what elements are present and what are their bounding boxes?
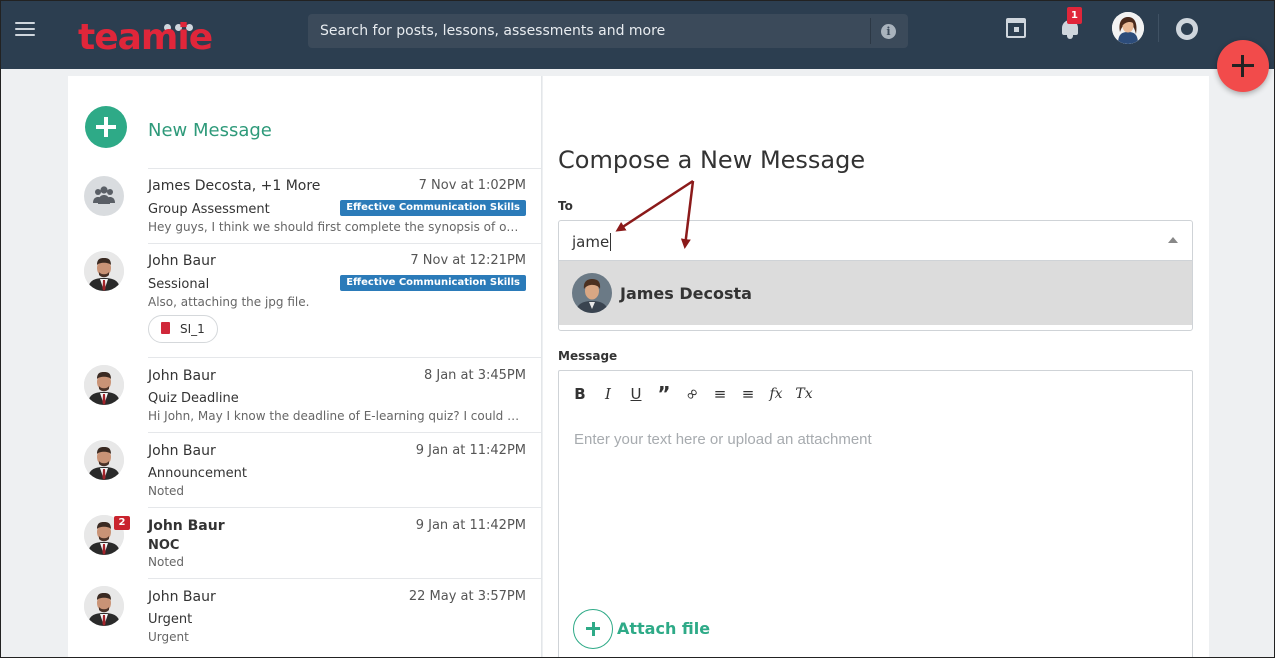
thread-item[interactable]: John Baur 7 Nov at 12:21PM Sessional Eff… xyxy=(68,243,541,357)
formula-icon[interactable]: fx xyxy=(765,383,787,405)
teamie-logo[interactable]: teamie xyxy=(78,13,228,58)
thread-sender: James Decosta, +1 More xyxy=(148,178,321,194)
attachment-name: SI_1 xyxy=(180,322,205,336)
sender-avatar xyxy=(84,440,124,480)
message-list-panel: New Message James Decosta, +1 More 7 Nov… xyxy=(68,76,542,658)
top-nav-bar: teamie Search for posts, lessons, assess… xyxy=(0,0,1275,69)
add-icon[interactable] xyxy=(1217,40,1269,92)
group-icon xyxy=(84,176,124,216)
attach-icon[interactable] xyxy=(573,609,613,649)
notification-badge: 1 xyxy=(1067,7,1082,24)
quote-icon[interactable]: ” xyxy=(653,383,675,405)
thread-item[interactable]: John Baur 22 May at 3:57PM Urgent Urgent xyxy=(68,578,541,658)
thread-preview: Noted xyxy=(148,484,185,498)
new-message-icon[interactable] xyxy=(85,106,127,148)
thread-date: 8 Jan at 3:45PM xyxy=(423,368,526,383)
thread-date: 7 Nov at 12:21PM xyxy=(410,253,526,268)
sender-avatar xyxy=(84,251,124,291)
message-input[interactable]: Enter your text here or upload an attach… xyxy=(574,431,872,448)
thread-preview: Hi John, May I know the deadline of E-le… xyxy=(148,409,524,423)
new-message-button[interactable]: New Message xyxy=(148,120,272,141)
thread-subject: Announcement xyxy=(148,466,247,481)
thread-subject: NOC xyxy=(148,538,180,553)
thread-sender: John Baur xyxy=(148,368,216,384)
thread-sender: John Baur xyxy=(148,518,225,534)
file-icon xyxy=(161,322,170,334)
thread-preview: Hey guys, I think we should first comple… xyxy=(148,220,524,234)
thread-preview: Urgent xyxy=(148,630,189,644)
course-tag[interactable]: Effective Communication Skills xyxy=(340,200,526,216)
recipient-input[interactable]: jame xyxy=(572,233,612,251)
thread-subject: Sessional xyxy=(148,277,210,292)
attach-file-button[interactable]: Attach file xyxy=(617,619,710,638)
attachment-chip[interactable]: SI_1 xyxy=(148,315,218,343)
thread-item[interactable]: James Decosta, +1 More 7 Nov at 1:02PM G… xyxy=(68,168,541,243)
numbered-list-icon[interactable]: ≡ xyxy=(709,383,731,405)
nav-divider xyxy=(1158,14,1159,42)
thread-preview: Noted xyxy=(148,555,185,569)
bold-icon[interactable]: B xyxy=(569,383,591,405)
page-title: Compose a New Message xyxy=(558,146,866,174)
thread-subject: Urgent xyxy=(148,612,193,627)
clear-format-icon[interactable]: Tx xyxy=(793,383,815,405)
sender-avatar xyxy=(84,586,124,626)
user-avatar[interactable] xyxy=(1112,12,1144,44)
course-tag[interactable]: Effective Communication Skills xyxy=(340,275,526,291)
thread-item[interactable]: John Baur 8 Jan at 3:45PM Quiz Deadline … xyxy=(68,357,541,432)
thread-subject: Group Assessment xyxy=(148,202,270,217)
menu-icon[interactable] xyxy=(15,22,35,38)
info-icon[interactable]: i xyxy=(881,24,896,39)
unread-badge: 2 xyxy=(114,516,130,530)
logo-text: teamie xyxy=(78,17,213,58)
thread-sender: John Baur xyxy=(148,443,216,459)
underline-icon[interactable]: U xyxy=(625,383,647,405)
link-icon[interactable]: ∞ xyxy=(676,378,707,409)
recipient-suggestion[interactable]: James Decosta xyxy=(559,260,1192,325)
thread-preview: Also, attaching the jpg file. xyxy=(148,295,310,309)
search-input[interactable]: Search for posts, lessons, assessments a… xyxy=(320,23,665,39)
thread-date: 22 May at 3:57PM xyxy=(408,589,526,604)
bulleted-list-icon[interactable]: ≡ xyxy=(737,383,759,405)
to-label: To xyxy=(558,199,573,213)
thread-item[interactable]: 2 John Baur 9 Jan at 11:42PM NOC Noted xyxy=(68,507,541,578)
suggestion-avatar xyxy=(572,273,612,313)
global-search[interactable]: Search for posts, lessons, assessments a… xyxy=(308,14,908,48)
caret-up-icon[interactable] xyxy=(1168,237,1178,243)
suggestion-name: James Decosta xyxy=(620,284,752,303)
italic-icon[interactable]: I xyxy=(597,383,619,405)
thread-sender: John Baur xyxy=(148,253,216,269)
message-label: Message xyxy=(558,349,618,363)
thread-sender: John Baur xyxy=(148,589,216,605)
sender-avatar xyxy=(84,365,124,405)
thread-subject: Quiz Deadline xyxy=(148,391,239,406)
help-icon[interactable] xyxy=(1176,18,1198,40)
calendar-icon[interactable] xyxy=(1006,18,1026,38)
thread-item[interactable]: John Baur 9 Jan at 11:42PM Announcement … xyxy=(68,432,541,507)
thread-date: 9 Jan at 11:42PM xyxy=(415,518,526,533)
thread-date: 7 Nov at 1:02PM xyxy=(418,178,526,193)
compose-panel: Compose a New Message To jame James Deco… xyxy=(543,76,1209,658)
recipient-field[interactable]: jame James Decosta xyxy=(558,220,1193,331)
search-divider xyxy=(870,18,871,44)
thread-date: 9 Jan at 11:42PM xyxy=(415,443,526,458)
message-editor[interactable]: B I U ” ∞ ≡ ≡ fx Tx Enter your text here… xyxy=(558,370,1193,658)
